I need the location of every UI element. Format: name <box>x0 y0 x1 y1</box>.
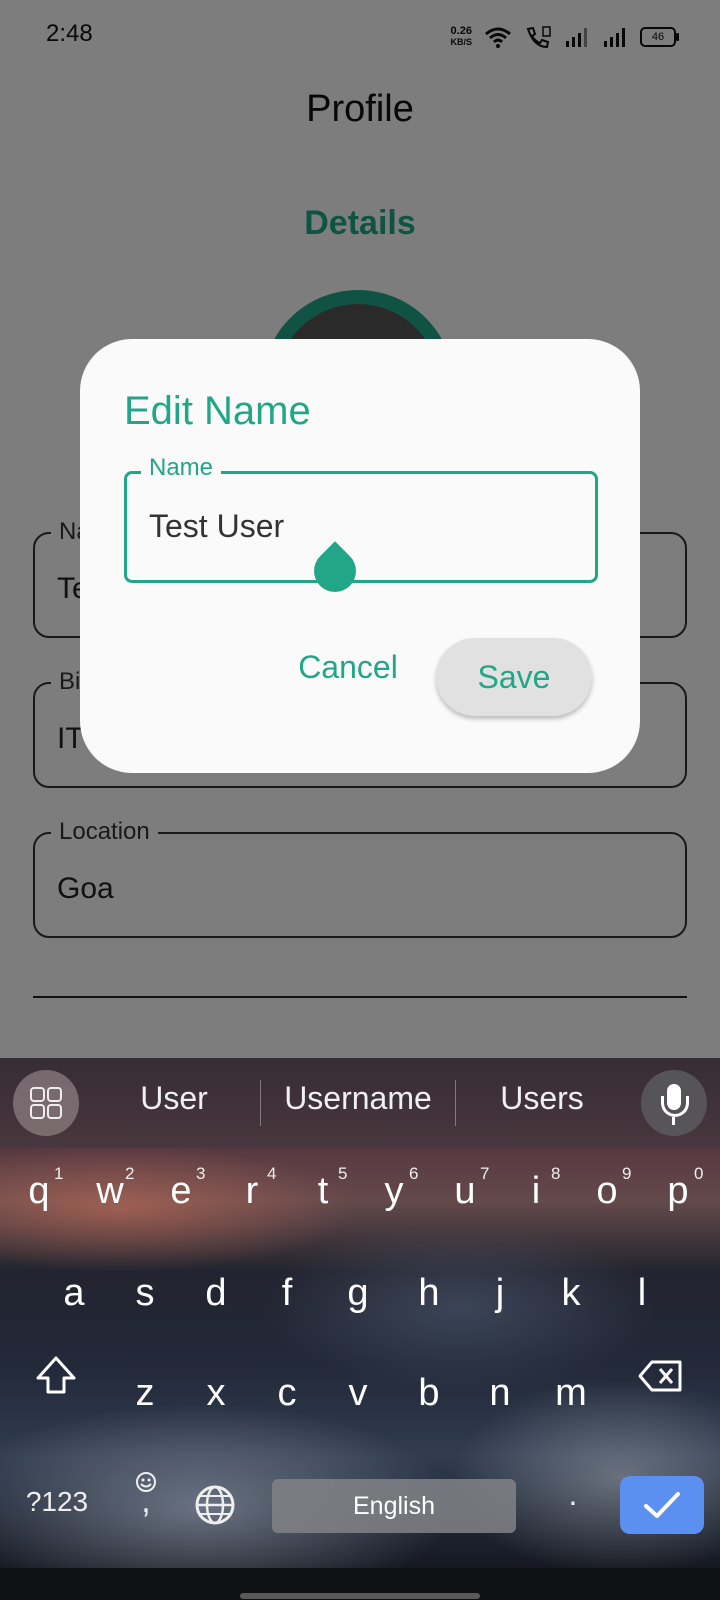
key-hint-4: 4 <box>267 1164 277 1183</box>
key-x[interactable]: x <box>186 1372 246 1415</box>
cursor-handle[interactable] <box>305 541 365 601</box>
key-hint-0: 0 <box>694 1164 704 1183</box>
key-l[interactable]: l <box>612 1272 672 1315</box>
key-j[interactable]: j <box>470 1272 530 1315</box>
enter-key[interactable] <box>620 1476 704 1534</box>
key-hint-1: 1 <box>54 1164 64 1183</box>
key-hint-5: 5 <box>338 1164 348 1183</box>
key-b[interactable]: b <box>399 1372 459 1415</box>
mic-icon[interactable] <box>641 1070 707 1136</box>
key-f[interactable]: f <box>257 1272 317 1315</box>
key-hint-6: 6 <box>409 1164 419 1183</box>
apps-grid-icon[interactable] <box>13 1070 79 1136</box>
key-n[interactable]: n <box>470 1372 530 1415</box>
key-hint-3: 3 <box>196 1164 206 1183</box>
key-hint-2: 2 <box>125 1164 135 1183</box>
soft-keyboard: User Username Users q w e r t y u i o p … <box>0 1058 720 1568</box>
name-input[interactable]: Name Test User <box>124 454 598 601</box>
key-m[interactable]: m <box>541 1372 601 1415</box>
key-c[interactable]: c <box>257 1372 317 1415</box>
key-a[interactable]: a <box>44 1272 104 1315</box>
save-button[interactable]: Save <box>436 638 592 716</box>
shift-icon[interactable] <box>34 1354 78 1398</box>
key-k[interactable]: k <box>541 1272 601 1315</box>
key-z[interactable]: z <box>115 1372 175 1415</box>
suggestion-bar: User Username Users <box>0 1058 720 1148</box>
suggestion-3[interactable]: Users <box>480 1080 604 1117</box>
suggestion-separator <box>455 1080 456 1126</box>
key-hint-7: 7 <box>480 1164 490 1183</box>
backspace-icon[interactable] <box>638 1356 686 1396</box>
key-d[interactable]: d <box>186 1272 246 1315</box>
key-v[interactable]: v <box>328 1372 388 1415</box>
comma-key[interactable]: , <box>128 1470 164 1530</box>
comma-label: , <box>141 1482 151 1520</box>
key-hint-9: 9 <box>622 1164 632 1183</box>
name-input-label: Name <box>141 454 222 482</box>
key-s[interactable]: s <box>115 1272 175 1315</box>
key-g[interactable]: g <box>328 1272 388 1315</box>
globe-icon[interactable] <box>194 1484 236 1526</box>
gesture-handle[interactable] <box>240 1593 480 1599</box>
suggestion-separator <box>260 1080 261 1126</box>
suggestion-1[interactable]: User <box>112 1080 236 1117</box>
check-icon <box>644 1492 680 1518</box>
key-h[interactable]: h <box>399 1272 459 1315</box>
edit-name-dialog: Edit Name Name Test User Cancel Save <box>80 339 640 773</box>
key-hint-8: 8 <box>551 1164 561 1183</box>
period-key[interactable]: . <box>556 1476 590 1513</box>
dialog-title: Edit Name <box>124 389 311 433</box>
suggestion-2[interactable]: Username <box>266 1080 450 1117</box>
cancel-button[interactable]: Cancel <box>286 637 410 697</box>
symbols-key[interactable]: ?123 <box>18 1486 96 1518</box>
space-bar[interactable]: English <box>272 1479 516 1533</box>
name-input-value: Test User <box>149 508 285 544</box>
